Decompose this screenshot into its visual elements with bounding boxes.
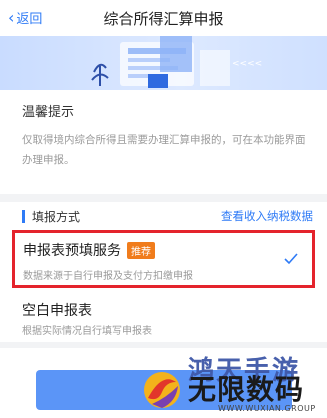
nav-bar: ‹ 返回 综合所得汇算申报 <box>0 0 327 36</box>
option-blank-desc: 根据实际情况自行填写申报表 <box>22 326 152 337</box>
page-title: 综合所得汇算申报 <box>103 10 224 28</box>
watermark-name: 无限数码 <box>188 373 305 406</box>
option-blank-form[interactable]: 空白申报表 <box>22 300 92 320</box>
section-title: 填报方式 <box>32 210 81 224</box>
section-marker <box>22 210 25 223</box>
checkmark-icon <box>284 253 298 265</box>
option-title: 申报表预填服务 推荐 <box>23 240 155 260</box>
tips-text: 仅取得境内综合所得且需要办理汇算申报的，可在本功能界面办理申报。 <box>22 134 306 166</box>
tips-title: 温馨提示 <box>22 105 75 120</box>
recommended-badge: 推荐 <box>127 241 155 259</box>
banner: <<<< <box>0 36 327 90</box>
filing-method-section: 填报方式 查看收入纳税数据 申报表预填服务 推荐 数据来源于自行申报及支付方扣缴… <box>0 202 327 342</box>
watermark-logo-icon <box>144 372 180 408</box>
banner-arrows: <<<< <box>232 59 262 69</box>
watermark-url: WWW.WUXIAN.GROUP <box>218 404 316 413</box>
option-title-text: 申报表预填服务 <box>23 243 121 259</box>
tips-card: 温馨提示 仅取得境内综合所得且需要办理汇算申报的，可在本功能界面办理申报。 <box>0 90 327 194</box>
banner-illustration: <<<< <box>91 36 262 88</box>
option-desc: 数据来源于自行申报及支付方扣缴申报 <box>23 271 193 282</box>
option-prefilled-form[interactable]: 申报表预填服务 推荐 数据来源于自行申报及支付方扣缴申报 <box>12 230 315 288</box>
view-income-tax-data-link[interactable]: 查看收入纳税数据 <box>221 208 313 224</box>
